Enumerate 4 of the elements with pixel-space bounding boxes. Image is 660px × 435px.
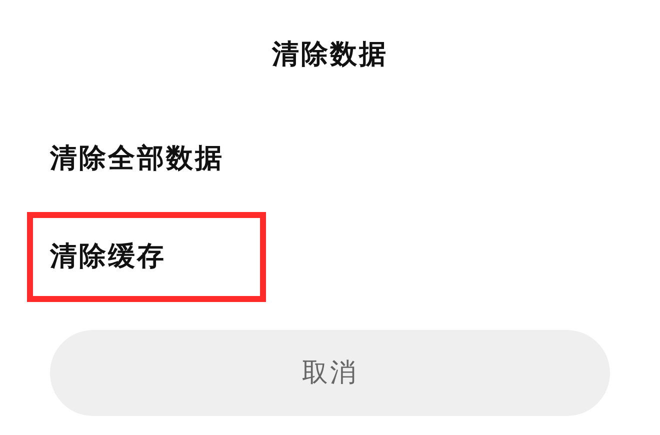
- menu-option[interactable]: 清除缓存: [50, 236, 166, 278]
- cancel-button[interactable]: 取消: [50, 330, 610, 416]
- menu-option[interactable]: 清除全部数据: [50, 138, 224, 180]
- dialog-title: 清除数据: [272, 38, 388, 72]
